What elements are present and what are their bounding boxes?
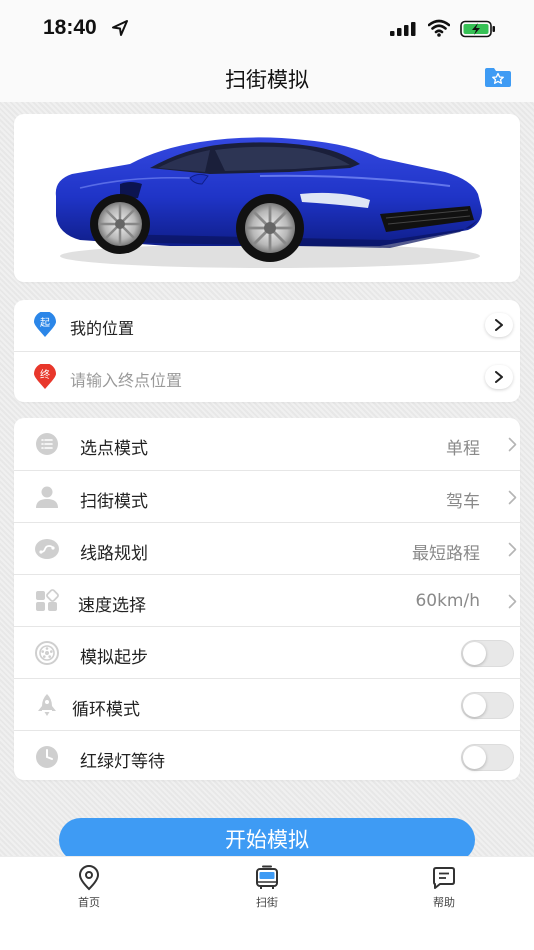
- setting-label: 模拟起步: [80, 648, 148, 668]
- toggle-knob: [463, 746, 486, 769]
- wheel-icon: [35, 641, 59, 665]
- route-locations-card: 起 我的位置 终 请输入终点位置: [14, 300, 520, 402]
- tab-label: 帮助: [433, 896, 455, 909]
- setting-row-select-mode[interactable]: 选点模式 单程: [14, 418, 520, 470]
- setting-label: 速度选择: [78, 596, 146, 616]
- setting-value: 最短路程: [412, 544, 480, 564]
- page-title: 扫街模拟: [225, 68, 309, 92]
- setting-value: 驾车: [446, 492, 480, 512]
- battery-charging-icon: [460, 20, 495, 38]
- chevron-right-icon: [508, 437, 517, 452]
- navigation-bar: 扫街模拟: [0, 56, 534, 102]
- simulation-settings-card: 选点模式 单程 扫街模式 驾车 线路规划 最短路程 速度选择 60km/h 模拟…: [14, 418, 520, 780]
- favorites-folder-icon[interactable]: [484, 66, 512, 88]
- status-time: 18:40: [43, 16, 97, 39]
- chevron-right-icon: [508, 490, 517, 505]
- setting-label: 选点模式: [80, 439, 148, 459]
- rear-wheel: [90, 194, 150, 254]
- bus-icon: [256, 865, 278, 889]
- setting-value: 单程: [446, 439, 480, 459]
- wifi-icon: [428, 19, 450, 37]
- location-pin-icon: [78, 865, 100, 891]
- end-location-row[interactable]: 终 请输入终点位置: [14, 351, 520, 402]
- tab-help[interactable]: 帮助: [404, 865, 484, 910]
- setting-row-loop-mode: 循环模式: [14, 678, 520, 730]
- chevron-right-icon: [495, 371, 503, 383]
- toggle-knob: [463, 694, 486, 717]
- setting-row-simulated-start: 模拟起步: [14, 626, 520, 678]
- setting-row-sweep-mode[interactable]: 扫街模式 驾车: [14, 470, 520, 522]
- start-pin-icon: 起: [34, 312, 56, 337]
- end-location-arrow-button[interactable]: [485, 365, 513, 389]
- route-icon: [35, 539, 59, 559]
- start-location-arrow-button[interactable]: [485, 313, 513, 337]
- front-wheel: [236, 194, 304, 262]
- chat-icon: [433, 867, 455, 889]
- tab-label: 首页: [78, 896, 100, 909]
- chevron-right-icon: [508, 542, 517, 557]
- list-icon: [36, 433, 58, 455]
- clock-icon: [36, 746, 58, 768]
- setting-row-route-planning[interactable]: 线路规划 最短路程: [14, 522, 520, 574]
- traffic-light-wait-toggle[interactable]: [461, 744, 514, 771]
- setting-label: 红绿灯等待: [80, 752, 165, 772]
- cellular-signal-icon: [390, 22, 416, 36]
- simulated-start-toggle[interactable]: [461, 640, 514, 667]
- bottom-tab-bar: 首页 扫街 帮助: [0, 856, 534, 950]
- status-bar: 18:40: [0, 0, 534, 56]
- setting-row-speed[interactable]: 速度选择 60km/h: [14, 574, 520, 626]
- vehicle-card: [14, 114, 520, 282]
- rocket-icon: [38, 694, 56, 716]
- setting-value: 60km/h: [415, 591, 480, 611]
- toggle-knob: [463, 642, 486, 665]
- setting-label: 循环模式: [72, 700, 140, 720]
- start-location-row[interactable]: 起 我的位置: [14, 300, 520, 351]
- tab-street-sweep[interactable]: 扫街: [227, 865, 307, 910]
- location-arrow-icon: [112, 20, 128, 36]
- person-icon: [36, 486, 58, 508]
- setting-label: 扫街模式: [80, 492, 148, 512]
- grid-icon: [36, 589, 59, 611]
- svg-text:起: 起: [40, 317, 50, 329]
- end-location-input[interactable]: 请输入终点位置: [70, 367, 182, 391]
- end-pin-icon: 终: [34, 364, 56, 389]
- svg-text:终: 终: [40, 368, 50, 381]
- setting-row-traffic-light-wait: 红绿灯等待: [14, 730, 520, 782]
- chevron-right-icon: [495, 319, 503, 331]
- start-location-label: 我的位置: [70, 319, 135, 338]
- loop-mode-toggle[interactable]: [461, 692, 514, 719]
- car-image: [55, 137, 483, 268]
- tab-home[interactable]: 首页: [49, 865, 129, 910]
- chevron-right-icon: [508, 594, 517, 609]
- setting-label: 线路规划: [80, 544, 148, 564]
- tab-label: 扫街: [256, 896, 278, 909]
